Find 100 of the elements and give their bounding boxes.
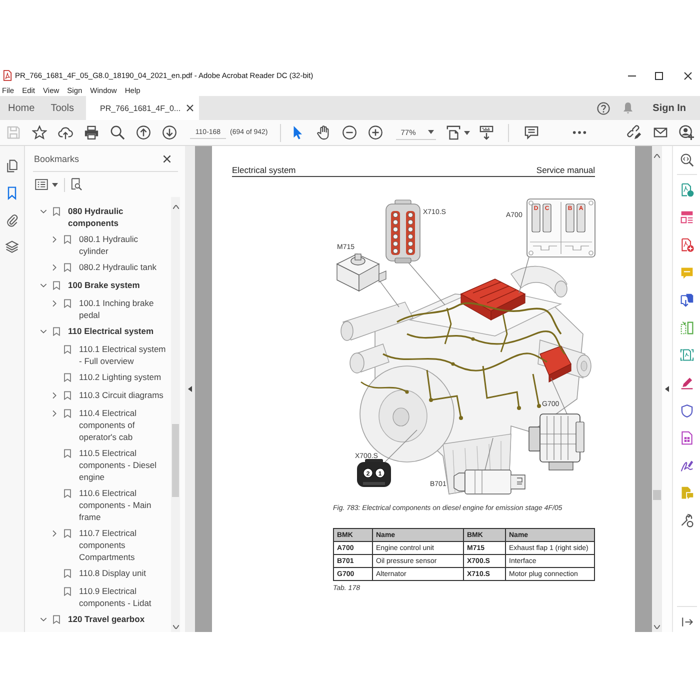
chevron-icon[interactable] — [51, 264, 58, 270]
zoom-in-icon[interactable] — [368, 125, 384, 140]
list-options-icon[interactable] — [35, 179, 48, 190]
expand-arrow-icon[interactable] — [680, 615, 694, 629]
chevron-icon[interactable] — [40, 616, 47, 622]
caret-down-icon[interactable] — [172, 625, 178, 629]
chevron-icon[interactable] — [51, 300, 58, 306]
sign-in-button[interactable]: Sign In — [652, 102, 686, 114]
bookmark-item[interactable]: 110.6 Electrical components - Main frame — [79, 487, 168, 523]
leader-line — [484, 438, 494, 470]
document-badge-icon[interactable] — [680, 182, 694, 197]
search-icon[interactable] — [110, 125, 124, 140]
module-housing — [540, 346, 572, 382]
bookmark-item[interactable]: 110.8 Display unit — [79, 567, 168, 579]
chevron-icon[interactable] — [51, 410, 58, 416]
cloud-upload-icon[interactable] — [58, 125, 72, 140]
plug-connector-drawing — [386, 200, 420, 264]
bookmark-item[interactable]: 120 Travel gearbox — [68, 613, 168, 625]
chevron-icon[interactable] — [51, 236, 58, 242]
bookmark-item[interactable]: 110.7 Electrical components Compartments — [79, 527, 168, 563]
scrollbar[interactable] — [652, 146, 662, 632]
bookmark-item[interactable]: 080.2 Hydraulic tank — [79, 261, 168, 273]
signature-icon[interactable] — [680, 458, 694, 473]
close-icon[interactable] — [163, 154, 171, 162]
leader-line — [384, 430, 418, 462]
pipe — [510, 266, 568, 298]
panel-handle[interactable] — [185, 146, 195, 632]
scrollbar-thumb[interactable] — [172, 424, 179, 497]
fit-page-icon[interactable] — [446, 125, 461, 140]
document-frame-icon[interactable] — [680, 348, 694, 362]
chevron-icon[interactable] — [40, 282, 47, 288]
caret-icon[interactable] — [464, 130, 470, 134]
hand-icon[interactable] — [316, 125, 332, 140]
scroll-mode-icon[interactable] — [479, 125, 494, 140]
page-header: Electrical system — [232, 165, 296, 176]
page-header: Service manual — [536, 165, 595, 176]
chevron-icon[interactable] — [40, 208, 47, 214]
bookmark-icon — [53, 206, 60, 216]
bookmark-icon — [64, 488, 71, 498]
caret-up-icon[interactable] — [172, 205, 178, 209]
magnifier-icon[interactable] — [680, 153, 694, 167]
document-grid-icon[interactable] — [680, 431, 694, 446]
leader-line — [406, 260, 446, 306]
close-icon[interactable] — [684, 72, 692, 80]
bookmark-icon — [64, 448, 71, 458]
close-icon[interactable] — [186, 104, 194, 112]
comment-icon[interactable] — [524, 125, 540, 140]
file-icon — [3, 70, 12, 81]
chevron-icon[interactable] — [51, 530, 58, 536]
bookmark-item[interactable]: 110.2 Lighting system — [79, 371, 168, 383]
print-icon[interactable] — [84, 125, 98, 140]
bookmark-item[interactable]: 110 Electrical system — [68, 325, 168, 337]
scrollbar[interactable] — [171, 197, 180, 632]
scrollbar-thumb[interactable] — [653, 490, 661, 500]
pages-icon[interactable] — [5, 159, 19, 173]
tab[interactable]: Home — [0, 96, 43, 120]
bookmark-item[interactable]: 110.3 Circuit diagrams — [79, 389, 168, 401]
bookmark-item[interactable]: 110.4 Electrical components of operator's cab — [79, 407, 168, 443]
document-export-icon[interactable] — [680, 293, 694, 308]
leader-line — [518, 256, 530, 294]
bookmark-item[interactable]: 110.5 Electrical components - Diesel engine — [79, 447, 168, 483]
pen-icon[interactable] — [680, 376, 694, 390]
pressure-sensor-drawing — [454, 470, 526, 494]
pipe — [350, 344, 390, 374]
form-rows-icon[interactable] — [680, 210, 694, 224]
bookmark-icon — [64, 234, 71, 244]
tab[interactable]: PR_766_1681_4F_0... — [86, 96, 199, 120]
zoom-out-icon[interactable] — [342, 125, 358, 140]
account-icon[interactable] — [678, 125, 694, 140]
caret-icon[interactable] — [428, 130, 434, 134]
paperclip-icon[interactable] — [5, 213, 19, 227]
help-icon[interactable] — [596, 102, 610, 114]
layers-icon[interactable] — [5, 240, 19, 254]
bookmark-item[interactable]: 100 Brake system — [68, 279, 168, 291]
bookmark-item[interactable]: 080.1 Hydraulic cylinder — [79, 233, 168, 257]
bookmark-icon — [53, 614, 60, 624]
bookmark-item[interactable]: 080 Hydraulic components — [68, 205, 168, 229]
bookmark-item[interactable]: 110.1 Electrical system - Full overview — [79, 343, 168, 367]
shield-icon[interactable] — [680, 404, 694, 418]
link-pen-icon[interactable] — [626, 125, 642, 140]
document-plus-icon[interactable] — [680, 238, 694, 252]
bookmark-search-icon[interactable] — [71, 178, 82, 191]
caret-left-icon[interactable] — [665, 386, 669, 392]
caret-icon[interactable] — [52, 182, 58, 186]
page-split-icon[interactable] — [680, 320, 694, 335]
maximize-icon[interactable] — [655, 72, 663, 80]
caret-left-icon[interactable] — [188, 386, 192, 392]
wrench-icon[interactable] — [680, 514, 694, 528]
caret-up-icon[interactable] — [654, 154, 660, 158]
caret-down-icon[interactable] — [654, 625, 660, 629]
bookmark-icon[interactable] — [5, 186, 19, 200]
bookmark-item[interactable]: 110.9 Electrical components - Lidat — [79, 585, 168, 609]
chevron-icon[interactable] — [40, 328, 47, 334]
chevron-icon[interactable] — [51, 392, 58, 398]
bookmark-item[interactable]: 100.1 Inching brake pedal — [79, 297, 168, 321]
panel-title: Bookmarks — [34, 154, 80, 164]
actuator-drawing — [336, 254, 386, 292]
star-icon[interactable] — [32, 125, 46, 140]
tab[interactable]: Tools — [42, 96, 82, 120]
mail-icon[interactable] — [652, 125, 668, 140]
